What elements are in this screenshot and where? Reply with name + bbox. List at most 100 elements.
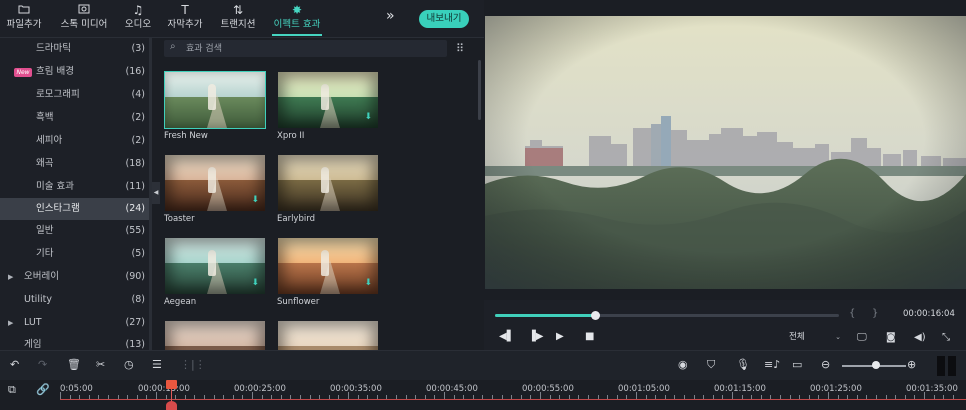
effects-icon: ✸ <box>291 3 303 17</box>
ruler-tick <box>444 392 445 399</box>
step-forward-icon[interactable]: ▐▶ <box>528 331 543 342</box>
tab-transition[interactable]: ⇅ 트랜지션 <box>218 2 258 36</box>
adjust-icon[interactable]: ☰ <box>152 358 162 371</box>
chevron-down-icon: ⌄ <box>835 333 841 341</box>
double-chevron-right-icon[interactable]: » <box>386 8 395 24</box>
marker-icon[interactable]: ⛉ <box>707 358 715 372</box>
city-skyline-frame <box>485 16 966 289</box>
effects-grid: ⌕ ⠿ Fresh New ⬇ Xpro II <box>160 38 482 350</box>
tab-effects[interactable]: ✸ 이펙트 효과 <box>272 2 322 36</box>
grid-scrollbar[interactable] <box>478 60 481 120</box>
zoom-handle[interactable] <box>872 361 880 369</box>
timeline-ruler[interactable]: ⧉ 🔗 0:05:00 00:00:15:00 00:00:25:00 00:0… <box>0 380 966 410</box>
search-icon: ⌕ <box>170 41 176 52</box>
ruler-tick <box>156 392 157 399</box>
category-item-black-white[interactable]: 흑백 (2) <box>0 107 150 129</box>
effect-thumbnail <box>164 71 266 129</box>
category-item-distortion[interactable]: 왜곡 (18) <box>0 153 150 175</box>
effect-tile-partial[interactable] <box>277 320 381 350</box>
effect-search-input[interactable] <box>186 41 436 56</box>
seek-progress <box>495 314 595 317</box>
category-item-lut[interactable]: ▶ LUT (27) <box>0 312 150 334</box>
ruler-tick <box>348 392 349 399</box>
transition-icon: ⇅ <box>232 3 244 17</box>
tab-audio[interactable]: ♫ 오디오 <box>122 2 154 36</box>
step-back-icon[interactable]: ◀▌ <box>499 331 514 342</box>
effect-thumbnail <box>277 154 379 212</box>
voiceover-icon[interactable]: ≡♪ <box>764 358 780 371</box>
play-icon[interactable]: ▶ <box>556 331 564 342</box>
seek-bar[interactable] <box>495 311 839 320</box>
download-icon[interactable]: ⬇ <box>251 278 259 288</box>
zoom-in-icon[interactable]: ⊕ <box>907 358 916 371</box>
category-item-utility[interactable]: Utility (8) <box>0 289 150 311</box>
redo-icon[interactable]: ↷ <box>38 358 47 371</box>
speed-icon[interactable]: ◷ <box>124 358 134 371</box>
zoom-out-icon[interactable]: ⊖ <box>821 358 830 371</box>
effect-tile-partial[interactable] <box>164 320 268 350</box>
fullscreen-icon[interactable]: ⤡ <box>942 332 950 343</box>
add-track-icon[interactable]: ⧉ <box>8 383 16 397</box>
audio-waveform-icon[interactable]: ⋮|⋮ <box>180 358 206 371</box>
category-item-other[interactable]: 기타 (5) <box>0 243 150 265</box>
export-button[interactable]: 내보내기 <box>419 10 469 28</box>
effect-tile-sunflower[interactable]: ⬇ Sunflower <box>277 237 381 307</box>
expand-triangle-icon[interactable]: ▶ <box>8 312 13 334</box>
delete-icon[interactable]: 🗑 <box>67 358 81 371</box>
audio-meter <box>937 356 957 376</box>
download-icon[interactable]: ⬇ <box>364 112 372 122</box>
link-icon[interactable]: 🔗 <box>36 383 50 396</box>
category-item-art-effects[interactable]: 미술 효과 (11) <box>0 176 150 198</box>
cut-icon[interactable]: ✂ <box>96 358 105 371</box>
effect-tile-aegean[interactable]: ⬇ Aegean <box>164 237 268 307</box>
ruler-tick <box>732 392 733 399</box>
download-icon[interactable]: ⬇ <box>251 195 259 205</box>
mark-out-icon[interactable]: } <box>872 308 878 319</box>
category-item-lomography[interactable]: 로모그래피 (4) <box>0 84 150 106</box>
effect-tile-earlybird[interactable]: Earlybird <box>277 154 381 224</box>
ruler-tick <box>636 392 637 399</box>
effect-thumbnail: ⬇ <box>277 237 379 295</box>
folder-icon <box>6 2 42 18</box>
effect-search-box[interactable]: ⌕ <box>164 40 447 57</box>
preview-panel: { } 00:00:16:04 ◀▌ ▐▶ ▶ ■ 전체 ⌄ 🖵 ◙ ◀) ⤡ <box>484 0 966 350</box>
effect-thumbnail: ⬇ <box>164 237 266 295</box>
effect-tile-xpro-ii[interactable]: ⬇ Xpro II <box>277 71 381 141</box>
category-item-instagram[interactable]: 인스타그램 (24) <box>0 198 150 220</box>
tab-add-title[interactable]: T 자막추가 <box>166 2 204 36</box>
mic-icon[interactable]: 🎙 <box>736 358 750 371</box>
category-item-overlay[interactable]: ▶ 오버레이 (90) <box>0 266 150 288</box>
resolution-select[interactable]: 전체 ⌄ <box>787 331 843 344</box>
tab-add-file[interactable]: 파일추가 <box>6 2 42 36</box>
ruler-tick <box>924 392 925 399</box>
download-icon[interactable]: ⬇ <box>364 278 372 288</box>
media-toolbar: 파일추가 스톡 미디어 ♫ 오디오 T 자막추가 ⇅ 트랜지션 ✸ 이펙트 효과… <box>0 0 484 38</box>
camera-icon[interactable]: ◙ <box>886 332 896 343</box>
caption-icon[interactable]: ▭ <box>792 358 802 371</box>
collapse-left-icon[interactable]: ◀ <box>152 182 160 204</box>
new-badge: New <box>14 68 32 77</box>
ruler-tick <box>252 392 253 399</box>
undo-icon[interactable]: ↶ <box>10 358 19 371</box>
category-item-sepia[interactable]: 세피아 (2) <box>0 130 150 152</box>
category-item-blur-background[interactable]: New 흐림 배경 (16) <box>0 61 150 83</box>
playhead-handle[interactable] <box>166 380 177 389</box>
grid-view-icon[interactable]: ⠿ <box>456 42 464 55</box>
tab-stock-media[interactable]: 스톡 미디어 <box>60 2 108 36</box>
category-item-general[interactable]: 일반 (55) <box>0 220 150 242</box>
mark-in-icon[interactable]: { <box>849 308 855 319</box>
stop-icon[interactable]: ■ <box>585 331 594 342</box>
category-item-dramatic[interactable]: 드라마틱 (3) <box>0 38 150 60</box>
effect-tile-fresh-new[interactable]: Fresh New <box>164 71 268 141</box>
effects-category-sidebar: 드라마틱 (3) New 흐림 배경 (16) 로모그래피 (4) 흑백 (2) 세피아(… <box>0 38 152 350</box>
render-icon[interactable]: ◉ <box>678 358 688 371</box>
text-icon: T <box>181 3 189 17</box>
effect-tile-toaster[interactable]: ⬇ Toaster <box>164 154 268 224</box>
category-item-game[interactable]: 게임 (13) <box>0 334 150 350</box>
monitor-icon[interactable]: 🖵 <box>857 332 867 343</box>
stock-media-icon <box>60 2 108 18</box>
seek-handle[interactable] <box>590 311 600 320</box>
volume-icon[interactable]: ◀) <box>914 332 926 343</box>
expand-triangle-icon[interactable]: ▶ <box>8 266 13 288</box>
effect-thumbnail: ⬇ <box>277 71 379 129</box>
